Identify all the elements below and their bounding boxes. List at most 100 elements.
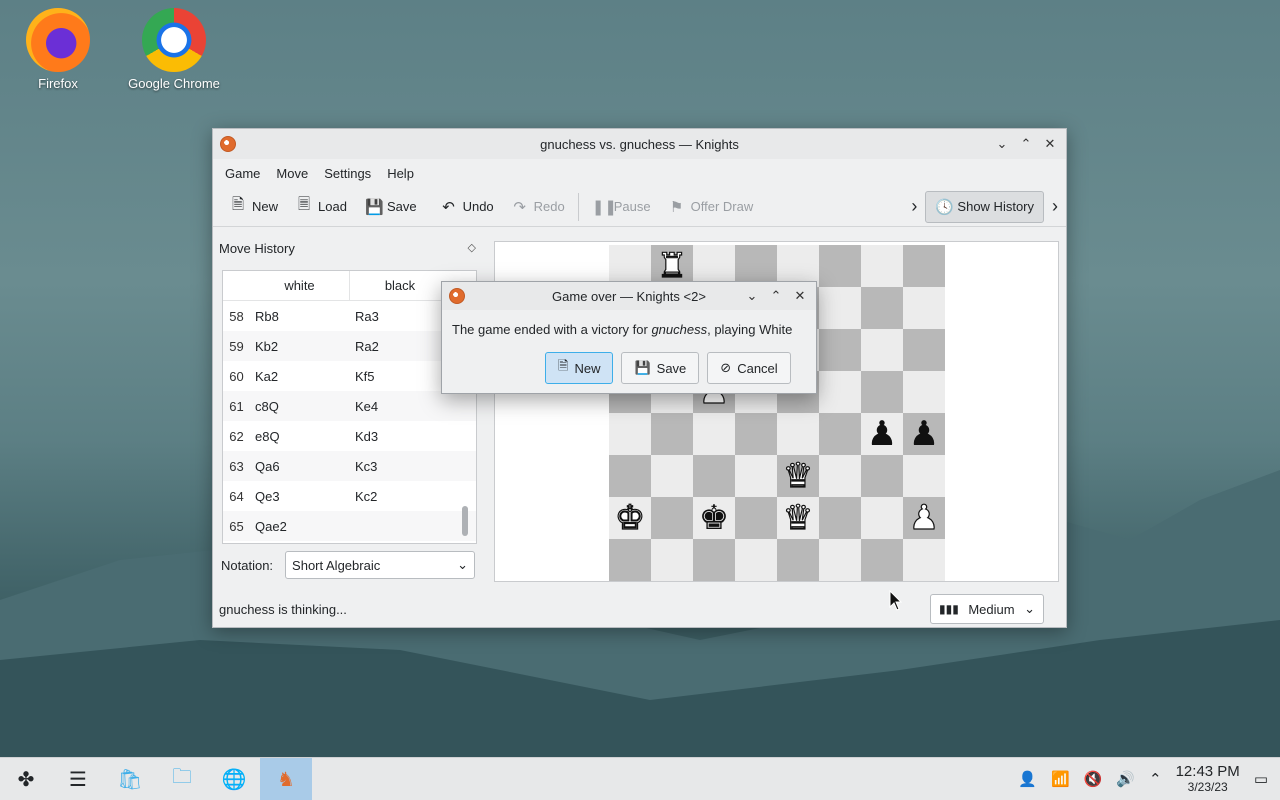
notation-select[interactable]: Short Algebraic ⌄: [285, 551, 476, 579]
table-row[interactable]: 64 Qe3 Kc2: [223, 481, 476, 511]
close-icon[interactable]: ✕: [790, 286, 810, 306]
network-icon[interactable]: 📶: [1051, 770, 1070, 788]
close-icon[interactable]: ✕: [1040, 134, 1060, 154]
column-header-white[interactable]: white: [250, 271, 350, 300]
black-pawn-icon[interactable]: ♟: [909, 417, 939, 451]
board-square[interactable]: ♚: [693, 497, 735, 539]
dialog-new-button[interactable]: 🗎 New: [545, 352, 614, 384]
dialog-cancel-button[interactable]: ⊘ Cancel: [707, 352, 791, 384]
white-queen-icon[interactable]: ♛: [782, 458, 814, 493]
board-square[interactable]: [819, 497, 861, 539]
maximize-icon[interactable]: ⌃: [1016, 134, 1036, 154]
board-square[interactable]: [735, 455, 777, 497]
board-square[interactable]: [819, 455, 861, 497]
black-king-icon[interactable]: ♚: [699, 501, 729, 535]
show-history-button[interactable]: 🕓 Show History: [925, 190, 1044, 223]
volume-icon[interactable]: 🔊: [1116, 770, 1135, 788]
dialog-save-button[interactable]: 💾 Save: [621, 352, 700, 384]
desktop-icon-firefox[interactable]: Firefox: [3, 8, 113, 91]
clock[interactable]: 12:43 PM 3/23/23: [1176, 764, 1240, 794]
board-square[interactable]: [903, 245, 945, 287]
menu-game[interactable]: Game: [217, 162, 268, 185]
board-square[interactable]: [861, 455, 903, 497]
toolbar-overflow-left[interactable]: ›: [903, 190, 925, 223]
black-pawn-icon[interactable]: ♟: [867, 417, 897, 451]
board-square[interactable]: ♛: [777, 455, 819, 497]
board-square[interactable]: ♛: [777, 497, 819, 539]
board-square[interactable]: [777, 539, 819, 581]
menu-settings[interactable]: Settings: [316, 162, 379, 185]
board-square[interactable]: ♟: [903, 413, 945, 455]
offer-draw-button[interactable]: ⚑ Offer Draw: [660, 192, 763, 222]
user-icon[interactable]: 👤: [1018, 770, 1037, 788]
board-square[interactable]: [651, 413, 693, 455]
undo-button[interactable]: ↶ Undo: [432, 192, 503, 222]
maximize-icon[interactable]: ⌃: [766, 286, 786, 306]
show-desktop-icon[interactable]: ▭: [1254, 770, 1268, 788]
board-square[interactable]: [819, 539, 861, 581]
board-square[interactable]: [819, 287, 861, 329]
board-square[interactable]: ♟: [861, 413, 903, 455]
window-titlebar[interactable]: gnuchess vs. gnuchess — Knights ⌄ ⌃ ✕: [213, 129, 1066, 159]
white-pawn-icon[interactable]: ♟: [908, 500, 940, 535]
table-row[interactable]: 58 Rb8 Ra3: [223, 301, 476, 331]
board-square[interactable]: [693, 455, 735, 497]
minimize-icon[interactable]: ⌄: [992, 134, 1012, 154]
menu-help[interactable]: Help: [379, 162, 422, 185]
board-square[interactable]: [861, 497, 903, 539]
board-square[interactable]: [903, 455, 945, 497]
board-square[interactable]: [777, 413, 819, 455]
save-button[interactable]: 💾 Save: [356, 192, 426, 222]
board-square[interactable]: [693, 539, 735, 581]
browser-globe-icon[interactable]: 🌐: [208, 758, 260, 800]
board-square[interactable]: [735, 413, 777, 455]
board-square[interactable]: [651, 497, 693, 539]
scrollbar-thumb[interactable]: [462, 506, 468, 536]
board-square[interactable]: ♚: [609, 497, 651, 539]
move-history-table[interactable]: white black 58 Rb8 Ra3 59 Kb2 Ra2 60 Ka2 Kf5 6…: [222, 270, 477, 544]
table-row[interactable]: 59 Kb2 Ra2: [223, 331, 476, 361]
board-square[interactable]: [609, 539, 651, 581]
board-square[interactable]: [903, 287, 945, 329]
board-square[interactable]: [735, 539, 777, 581]
knights-taskbar-icon[interactable]: ♞: [260, 758, 312, 800]
desktop-icon-chrome[interactable]: Google Chrome: [119, 8, 229, 91]
board-square[interactable]: [651, 455, 693, 497]
board-square[interactable]: [903, 329, 945, 371]
board-square[interactable]: [861, 329, 903, 371]
white-king-icon[interactable]: ♚: [614, 500, 646, 535]
toolbar-overflow-right[interactable]: ›: [1044, 190, 1066, 223]
new-button[interactable]: 🗎 New: [221, 188, 287, 225]
board-square[interactable]: [819, 413, 861, 455]
table-row[interactable]: 65 Qae2: [223, 511, 476, 541]
minimize-icon[interactable]: ⌄: [742, 286, 762, 306]
board-square[interactable]: [693, 413, 735, 455]
system-settings-icon[interactable]: ☰: [52, 758, 104, 800]
discover-store-icon[interactable]: 🛍: [104, 758, 156, 800]
menu-move[interactable]: Move: [268, 162, 316, 185]
load-button[interactable]: 🗏 Load: [287, 188, 356, 225]
float-panel-icon[interactable]: ◇: [468, 241, 476, 256]
white-rook-icon[interactable]: ♜: [656, 248, 688, 283]
dialog-titlebar[interactable]: Game over — Knights <2> ⌄ ⌃ ✕: [442, 282, 816, 310]
board-square[interactable]: [609, 413, 651, 455]
redo-button[interactable]: ↷ Redo: [503, 192, 574, 222]
board-square[interactable]: [861, 539, 903, 581]
board-square[interactable]: ♟: [903, 497, 945, 539]
board-square[interactable]: [735, 497, 777, 539]
board-square[interactable]: [861, 287, 903, 329]
column-header-black[interactable]: black: [350, 271, 450, 300]
pause-button[interactable]: ❚❚ Pause: [583, 192, 660, 222]
table-row[interactable]: 61 c8Q Ke4: [223, 391, 476, 421]
knights-app-icon[interactable]: [449, 288, 465, 304]
board-square[interactable]: [819, 245, 861, 287]
app-launcher-icon[interactable]: ✤: [0, 758, 52, 800]
file-manager-icon[interactable]: 🗀: [156, 758, 208, 800]
board-square[interactable]: [651, 539, 693, 581]
chevron-up-icon[interactable]: ⌃: [1149, 770, 1162, 788]
mute-icon[interactable]: 🔇: [1084, 770, 1103, 788]
board-square[interactable]: [609, 455, 651, 497]
board-square[interactable]: [819, 371, 861, 413]
table-row[interactable]: 60 Ka2 Kf5: [223, 361, 476, 391]
knights-app-icon[interactable]: [220, 136, 236, 152]
